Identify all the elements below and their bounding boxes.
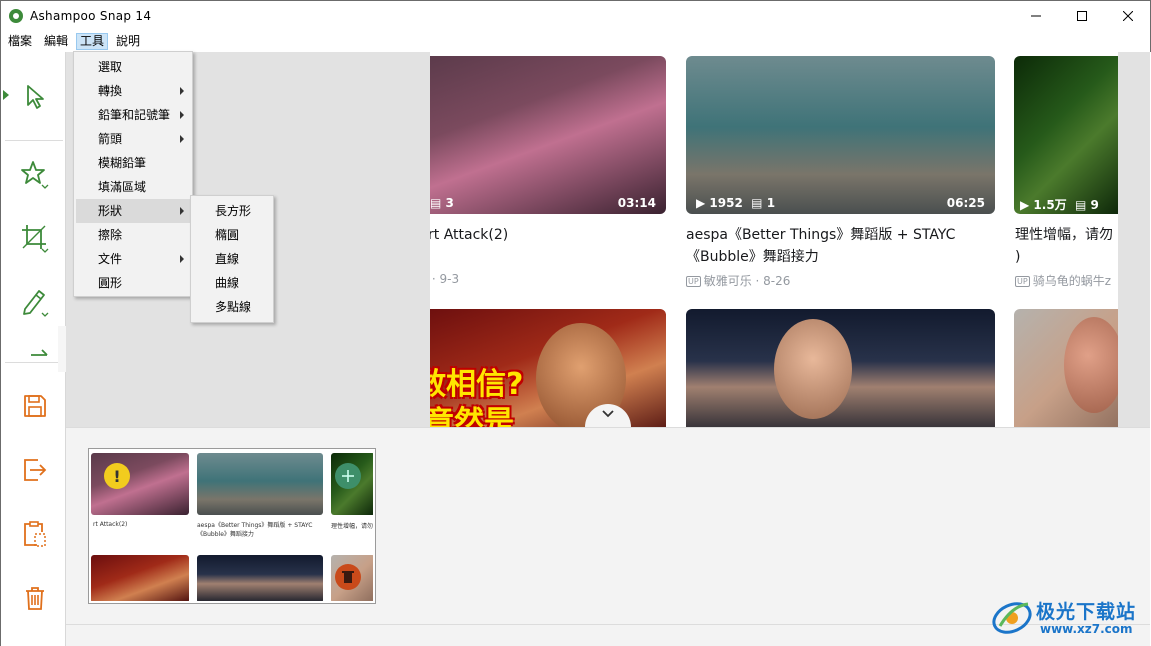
app-logo-icon xyxy=(9,9,23,23)
capture-thumbnail[interactable]: rt Attack(2) aespa《Better Things》舞蹈版 + S… xyxy=(88,448,376,604)
video-thumbnail xyxy=(1014,309,1118,427)
delete-button[interactable] xyxy=(15,578,55,618)
title-bar: Ashampoo Snap 14 xyxy=(0,0,1151,31)
save-icon xyxy=(24,395,46,417)
clipboard-icon xyxy=(24,521,46,547)
pencil-icon xyxy=(23,290,49,317)
tool-sidebar xyxy=(0,52,66,646)
menu-edit[interactable]: 編輯 xyxy=(41,34,71,49)
video-meta: UP 骑乌龟的蜗牛z xyxy=(1015,274,1111,288)
face-image xyxy=(774,319,852,419)
select-arrow-icon xyxy=(27,85,44,109)
menu-item-ellipse[interactable]: 橢圓 xyxy=(193,223,271,247)
video-title: 《Bubble》舞蹈接力 xyxy=(686,249,819,265)
menu-item-shape[interactable]: 形狀 xyxy=(76,199,190,223)
star-icon xyxy=(21,161,49,189)
menu-item-curve[interactable]: 曲線 xyxy=(193,271,271,295)
save-button[interactable] xyxy=(15,386,55,426)
submenu-arrow-icon xyxy=(180,135,184,143)
mini-thumb xyxy=(197,453,323,515)
active-tool-marker-icon xyxy=(3,90,9,100)
watermark-brand: 极光下载站 xyxy=(1036,601,1137,623)
menu-item-polyline[interactable]: 多點線 xyxy=(193,295,271,319)
video-title: ) xyxy=(1015,249,1021,265)
view-count: ▶ 1.5万 ▤ 9 xyxy=(1020,198,1099,212)
maximize-button[interactable] xyxy=(1059,1,1105,31)
mini-thumb xyxy=(197,555,323,601)
mini-thumb xyxy=(91,453,189,515)
arrow-tool-partial-icon[interactable] xyxy=(27,349,51,361)
mini-thumb xyxy=(91,555,189,601)
submenu-arrow-icon xyxy=(180,87,184,95)
add-icon[interactable] xyxy=(335,463,361,489)
face-image xyxy=(1064,317,1118,413)
menu-item-line[interactable]: 直線 xyxy=(193,247,271,271)
video-meta: / · 9-3 xyxy=(430,272,460,286)
window-title: Ashampoo Snap 14 xyxy=(30,9,152,23)
menu-item-blur-pen[interactable]: 模糊鉛筆 xyxy=(76,151,190,175)
menu-item-pen-marker[interactable]: 鉛筆和記號筆 xyxy=(76,103,190,127)
menu-item-arrow[interactable]: 箭頭 xyxy=(76,127,190,151)
video-meta: UP 敏雅可乐 · 8-26 xyxy=(686,274,791,288)
submenu-arrow-icon xyxy=(180,207,184,215)
video-thumbnail: 敢相信? 竟然是 xyxy=(430,309,666,427)
menu-item-text[interactable]: 文件 xyxy=(76,247,190,271)
menu-item-circle[interactable]: 圓形 xyxy=(76,271,190,295)
stamp-tool-button[interactable] xyxy=(15,154,55,194)
mini-title: rt Attack(2) xyxy=(93,521,128,528)
watermark-url: www.xz7.com xyxy=(1040,622,1133,636)
sidebar-separator xyxy=(5,362,63,363)
video-title: 理性增幅，请勿 xyxy=(1015,227,1113,243)
menu-item-rectangle[interactable]: 長方形 xyxy=(193,199,271,223)
close-button[interactable] xyxy=(1105,1,1151,31)
chevron-down-icon xyxy=(602,410,614,418)
export-icon xyxy=(24,459,47,481)
menu-item-fill-area[interactable]: 填滿區域 xyxy=(76,175,190,199)
video-title: aespa《Better Things》舞蹈版 + STAYC xyxy=(686,227,956,243)
crop-tool-button[interactable] xyxy=(15,218,55,258)
video-duration: 03:14 xyxy=(617,196,656,210)
menu-item-transform[interactable]: 轉換 xyxy=(76,79,190,103)
captured-screenshot[interactable]: ▤ 3 03:14 rt Attack(2) / · 9-3 ▶ 1952 ▤ … xyxy=(430,52,1118,427)
thumbnail-preview: rt Attack(2) aespa《Better Things》舞蹈版 + S… xyxy=(91,451,373,601)
status-bar xyxy=(66,624,1150,646)
mini-title: aespa《Better Things》舞蹈版 + STAYC 《Bubble》舞… xyxy=(197,522,313,538)
danmaku-count: ▤ 3 xyxy=(430,196,454,210)
menu-help[interactable]: 說明 xyxy=(113,34,143,49)
video-duration: 06:25 xyxy=(946,196,985,210)
video-thumbnail xyxy=(686,309,995,427)
view-count: ▶ 1952 ▤ 1 xyxy=(696,196,776,210)
watermark-logo-icon xyxy=(992,602,1032,634)
menu-item-erase[interactable]: 擦除 xyxy=(76,223,190,247)
minimize-button[interactable] xyxy=(1013,1,1059,31)
select-tool-button[interactable] xyxy=(15,77,55,117)
pencil-tool-button[interactable] xyxy=(15,282,55,322)
video-thumbnail: ▤ 3 03:14 xyxy=(430,56,666,214)
menu-tools[interactable]: 工具 xyxy=(76,33,109,50)
video-thumbnail: ▶ 1.5万 ▤ 9 xyxy=(1014,56,1118,214)
warning-icon[interactable]: ! xyxy=(104,463,130,489)
copy-to-clipboard-button[interactable] xyxy=(15,514,55,554)
menu-item-select[interactable]: 選取 xyxy=(76,55,190,79)
sticker-text: 竟然是 xyxy=(430,405,514,427)
mini-title: 理性增幅，请勿 xyxy=(331,523,373,530)
crop-icon xyxy=(22,225,49,253)
shape-submenu: 長方形 橢圓 直線 曲線 多點線 xyxy=(190,195,274,323)
menu-bar: 檔案 編輯 工具 說明 xyxy=(0,31,1151,52)
submenu-arrow-icon xyxy=(180,111,184,119)
tools-dropdown-menu: 選取 轉換 鉛筆和記號筆 箭頭 模糊鉛筆 填滿區域 形狀 擦除 文件 圓形 xyxy=(73,51,193,297)
export-button[interactable] xyxy=(15,450,55,490)
video-thumbnail: ▶ 1952 ▤ 1 06:25 xyxy=(686,56,995,214)
maximize-icon xyxy=(1077,11,1087,21)
submenu-arrow-icon xyxy=(180,255,184,263)
close-icon xyxy=(1123,11,1133,21)
video-title: rt Attack(2) xyxy=(430,227,509,243)
trash-icon xyxy=(26,587,44,610)
menu-file[interactable]: 檔案 xyxy=(5,34,35,49)
minimize-icon xyxy=(1031,15,1041,17)
sidebar-separator xyxy=(5,140,63,141)
delete-thumbnail-icon[interactable] xyxy=(335,564,361,590)
